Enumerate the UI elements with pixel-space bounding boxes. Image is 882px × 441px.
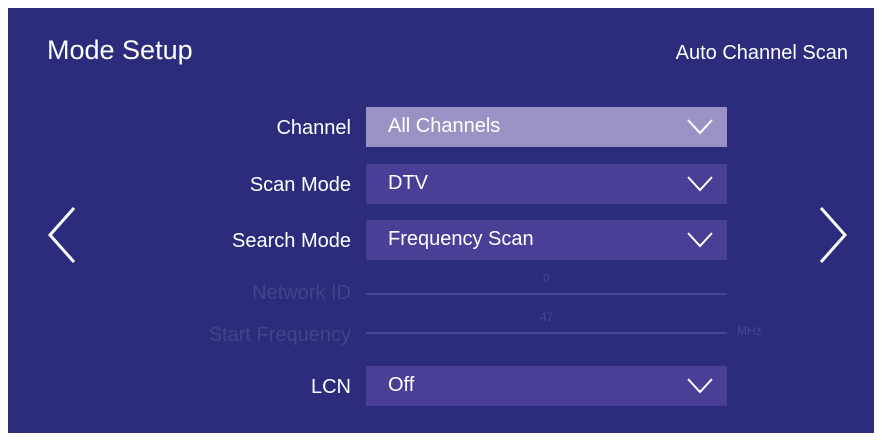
scan-mode-label: Scan Mode	[249, 174, 351, 196]
start-frequency-label: Start Frequency	[208, 324, 351, 346]
page-title: Mode Setup	[47, 35, 193, 65]
chevron-down-icon	[687, 232, 713, 248]
search-mode-value: Frequency Scan	[388, 228, 534, 250]
scan-mode-value: DTV	[388, 172, 428, 194]
chevron-down-icon	[687, 119, 713, 135]
chevron-left-icon	[47, 207, 76, 263]
search-mode-dropdown[interactable]: Frequency Scan	[366, 220, 727, 260]
field-underline	[366, 332, 727, 334]
lcn-value: Off	[388, 374, 415, 396]
scan-mode-dropdown[interactable]: DTV	[366, 164, 727, 204]
network-id-label: Network ID	[252, 282, 351, 304]
network-id-value: 0	[543, 271, 550, 285]
mode-setup-panel: Mode Setup Auto Channel Scan Channel All…	[8, 8, 874, 433]
channel-dropdown[interactable]: All Channels	[366, 107, 727, 147]
search-mode-label: Search Mode	[232, 230, 351, 252]
chevron-right-icon	[819, 207, 848, 263]
lcn-dropdown[interactable]: Off	[366, 366, 727, 406]
channel-value: All Channels	[388, 115, 501, 137]
chevron-down-icon	[687, 378, 713, 394]
channel-label: Channel	[276, 117, 351, 139]
chevron-down-icon	[687, 176, 713, 192]
network-id-field: 0	[366, 271, 727, 295]
start-frequency-value: 47	[539, 310, 554, 324]
previous-page-button[interactable]	[44, 205, 84, 265]
next-page-button[interactable]	[811, 205, 851, 265]
start-frequency-field: 47	[366, 310, 727, 334]
field-underline	[366, 293, 727, 295]
frequency-unit: MHz	[737, 324, 762, 338]
lcn-label: LCN	[310, 376, 351, 398]
page-subtitle: Auto Channel Scan	[675, 42, 848, 64]
